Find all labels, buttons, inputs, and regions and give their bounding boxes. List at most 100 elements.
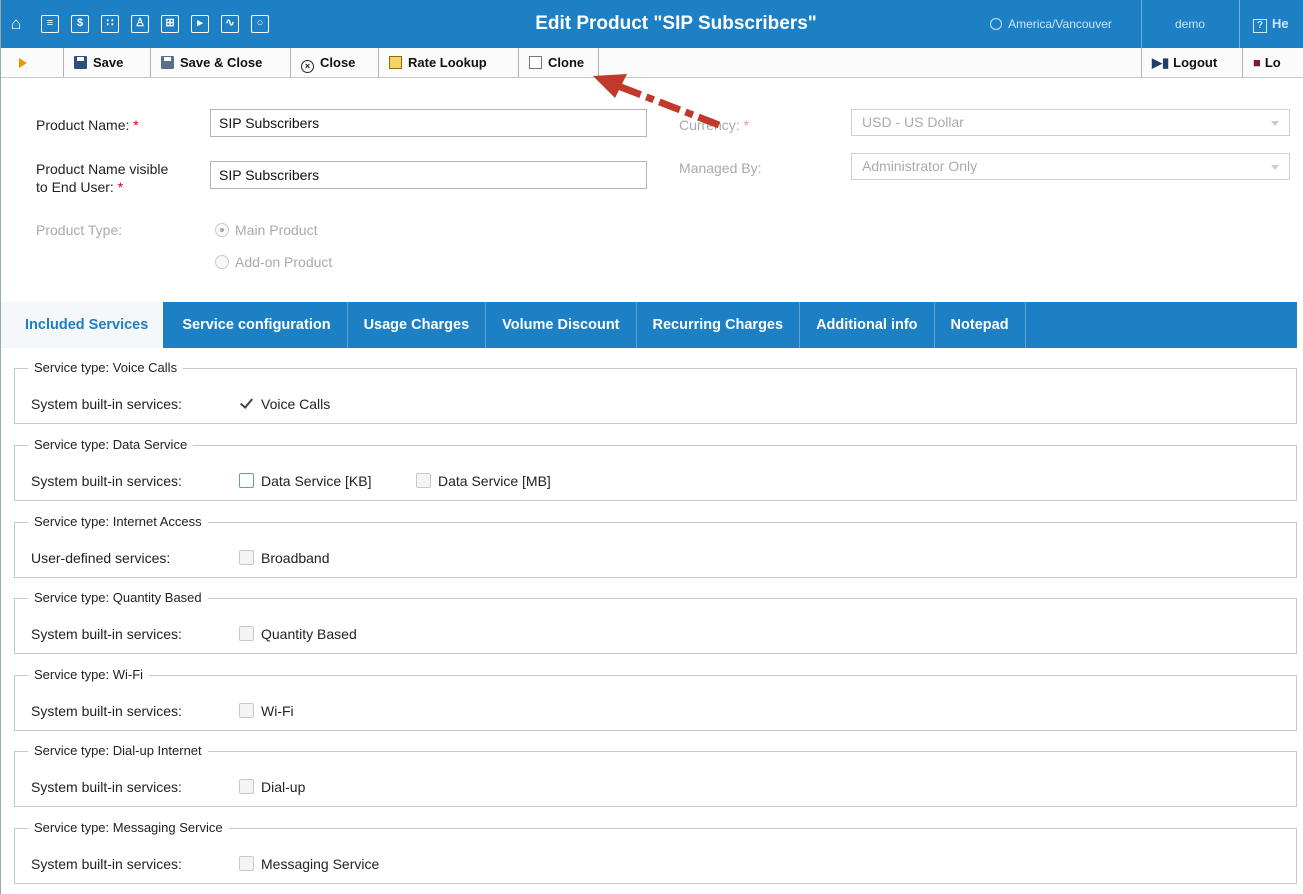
help-label: He [1272,16,1289,31]
service-group-dialup: Service type: Dial-up Internet System bu… [14,743,1297,807]
save-label: Save [93,55,124,70]
radio-dot [215,255,229,269]
log-icon: ■ [1253,55,1261,70]
service-group-legend: Service type: Dial-up Internet [28,743,208,759]
service-group-messaging: Service type: Messaging Service System b… [14,820,1297,884]
service-group-legend: Service type: Data Service [28,437,194,453]
tab-notepad[interactable]: Notepad [935,302,1026,348]
checkbox-data-service-mb[interactable]: Data Service [MB] [416,472,551,490]
checkbox-dialup[interactable]: Dial-up [239,778,305,796]
action-toolbar: Save Save & Close × Close Rate Lookup Clo… [1,48,1303,78]
forward-icon[interactable]: ▸ [191,15,209,33]
save-icon [74,56,87,69]
chevron-down-icon [1271,121,1279,126]
page-title: Edit Product "SIP Subscribers" [535,13,817,34]
save-button[interactable]: Save [63,48,123,77]
save-close-icon [161,56,174,69]
service-group-legend: Service type: Voice Calls [28,360,184,376]
service-group-legend: Service type: Messaging Service [28,820,229,836]
clone-button[interactable]: Clone [518,48,600,77]
tab-service-configuration[interactable]: Service configuration [163,302,348,348]
timezone-label: America/Vancouver [1008,17,1112,31]
product-name-label: Product Name: * [36,117,139,133]
managed-by-select[interactable]: Administrator Only [851,153,1290,180]
service-row-label: System built-in services: [31,856,182,872]
search-icon[interactable]: ○ [251,15,269,33]
logout-button[interactable]: ▶▮ Logout [1141,48,1217,77]
top-navigation-bar: ⌂ ≡ $ ∷ ♙ ⊞ ▸ ∿ ○ Edit Product "SIP Subs… [1,0,1303,48]
visible-name-input[interactable] [210,161,647,189]
service-group-internet: Service type: Internet Access User-defin… [14,514,1297,578]
checkbox-box [239,550,254,565]
service-row-label: System built-in services: [31,626,182,642]
checkbox-box [239,779,254,794]
person-icon[interactable]: ♙ [131,15,149,33]
checkbox-data-service-kb[interactable]: Data Service [KB] [239,472,372,490]
save-close-button[interactable]: Save & Close [150,48,262,77]
chevron-down-icon [1271,165,1279,170]
managed-by-label: Managed By: [679,160,762,176]
user-link[interactable]: demo [1142,0,1238,48]
tab-included-services[interactable]: Included Services [1,302,164,348]
checkbox-box [239,856,254,871]
service-row-label: System built-in services: [31,703,182,719]
checkbox-box [239,626,254,641]
clock-icon [990,18,1003,30]
dollar-icon[interactable]: $ [71,15,89,33]
visible-name-label: Product Name visible to End User: * [36,161,169,195]
radio-main-product[interactable]: Main Product [215,221,317,239]
chart-icon[interactable]: ∿ [221,15,239,33]
tab-usage-charges[interactable]: Usage Charges [348,302,487,348]
tab-recurring-charges[interactable]: Recurring Charges [637,302,801,348]
close-button[interactable]: × Close [290,48,355,77]
checkmark-icon [239,396,254,411]
checkbox-box [416,473,431,488]
checkbox-voice-calls[interactable]: Voice Calls [239,395,330,413]
radio-dot [215,223,229,237]
rate-lookup-icon [389,56,402,69]
tab-bar: Included Services Service configuration … [1,302,1297,348]
checkbox-broadband[interactable]: Broadband [239,549,330,567]
clone-icon [529,56,542,69]
save-close-label: Save & Close [180,55,263,70]
service-row-label: System built-in services: [31,779,182,795]
checkbox-box [239,473,254,488]
service-group-legend: Service type: Internet Access [28,514,208,530]
log-label: Lo [1264,55,1281,70]
help-link[interactable]: ? He [1253,0,1289,48]
log-button[interactable]: ■ Lo [1242,48,1281,77]
tab-additional-info[interactable]: Additional info [800,302,935,348]
home-icon[interactable]: ⌂ [7,15,25,33]
rate-lookup-button[interactable]: Rate Lookup [378,48,487,77]
service-group-legend: Service type: Wi-Fi [28,667,150,683]
service-row-label: User-defined services: [31,550,171,566]
currency-select[interactable]: USD - US Dollar [851,109,1290,136]
grid-icon[interactable]: ∷ [101,15,119,33]
expand-arrow-icon[interactable] [19,58,27,68]
service-group-data: Service type: Data Service System built-… [14,437,1297,501]
service-group-voice: Service type: Voice Calls System built-i… [14,360,1297,424]
service-row-label: System built-in services: [31,473,182,489]
divider [1239,0,1240,48]
help-icon: ? [1253,19,1267,33]
hierarchy-icon[interactable]: ⊞ [161,15,179,33]
service-row-label: System built-in services: [31,396,182,412]
checkbox-quantity-based[interactable]: Quantity Based [239,625,357,643]
list-icon[interactable]: ≡ [41,15,59,33]
tab-volume-discount[interactable]: Volume Discount [486,302,637,348]
service-group-quantity: Service type: Quantity Based System buil… [14,590,1297,654]
currency-label: Currency: * [679,117,750,133]
checkbox-box [239,703,254,718]
product-type-label: Product Type: [36,222,123,238]
close-label: Close [320,55,356,70]
clone-label: Clone [548,55,585,70]
radio-addon-product[interactable]: Add-on Product [215,253,332,271]
checkbox-messaging-service[interactable]: Messaging Service [239,855,379,873]
close-icon: × [301,60,314,73]
timezone-link[interactable]: America/Vancouver [961,0,1141,48]
checkbox-wifi[interactable]: Wi-Fi [239,702,294,720]
rate-lookup-label: Rate Lookup [408,55,487,70]
product-name-input[interactable] [210,109,647,137]
service-group-wifi: Service type: Wi-Fi System built-in serv… [14,667,1297,731]
logout-icon: ▶▮ [1152,55,1170,70]
